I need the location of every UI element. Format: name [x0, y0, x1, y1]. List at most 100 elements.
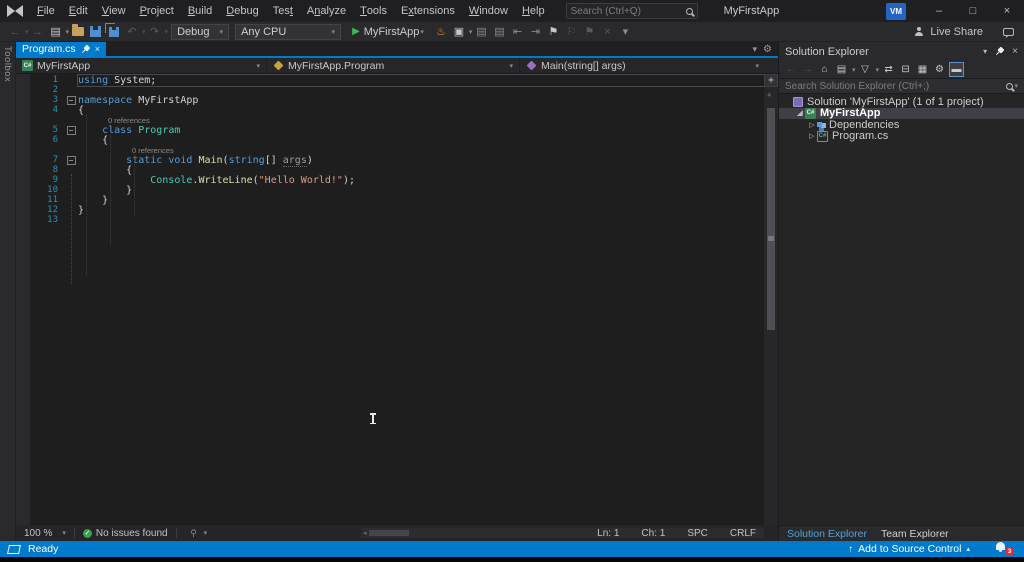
background-tasks-icon[interactable] [7, 545, 21, 554]
solution-platforms-dropdown[interactable]: Any CPU▾ [235, 24, 341, 40]
project-dropdown[interactable]: C# MyFirstApp ▾ [16, 58, 267, 73]
toggle-bookmark-button[interactable]: ⚑ [545, 24, 561, 40]
scrollbar-thumb[interactable] [767, 108, 775, 330]
preview-selected-items-toggle[interactable]: ▬ [949, 62, 964, 77]
column-indicator[interactable]: Ch: 1 [641, 528, 665, 539]
menu-test[interactable]: Test [266, 0, 300, 22]
code-line[interactable]: 2 [16, 85, 764, 95]
menu-file[interactable]: File [30, 0, 62, 22]
add-item-button[interactable]: ▤ [491, 24, 507, 40]
code-line[interactable]: 7− static void Main(string[] args) [16, 155, 764, 165]
pin-icon[interactable] [79, 43, 92, 56]
code-line[interactable]: 5− class Program [16, 125, 764, 135]
code-line[interactable]: 3−namespace MyFirstApp [16, 95, 764, 105]
quick-launch-search-input[interactable] [571, 6, 686, 17]
menu-tools[interactable]: Tools [353, 0, 394, 22]
minimize-button[interactable]: – [922, 0, 956, 22]
toolbox-sidebar-tab[interactable]: Toolbox [0, 42, 16, 541]
user-avatar[interactable]: VM [886, 3, 906, 20]
panel-tab-team-explorer[interactable]: Team Explorer [881, 528, 949, 540]
code-line[interactable]: 4{ [16, 105, 764, 115]
menu-build[interactable]: Build [181, 0, 219, 22]
code-line[interactable]: 0 references [16, 145, 764, 155]
indent-mode-indicator[interactable]: SPC [687, 528, 708, 539]
menu-analyze[interactable]: Analyze [300, 0, 353, 22]
scroll-up-icon[interactable]: ▲ [767, 90, 771, 98]
tree-expander-icon[interactable]: ▷ [807, 132, 817, 140]
tree-item-program-cs[interactable]: ▷C#Program.cs [779, 131, 1024, 143]
decrease-indent-button[interactable]: ⇤ [509, 24, 525, 40]
code-line[interactable]: 9 Console.WriteLine("Hello World!"); [16, 175, 764, 185]
fold-margin[interactable]: − [64, 96, 78, 105]
pin-icon[interactable] [993, 45, 1006, 58]
find-in-files-button[interactable]: ▣ [451, 24, 467, 40]
tab-program-cs[interactable]: Program.cs × [16, 42, 106, 56]
solution-configurations-dropdown[interactable]: Debug▾ [171, 24, 229, 40]
code-line[interactable]: 11 } [16, 195, 764, 205]
new-project-button[interactable]: ▤ [473, 24, 489, 40]
properties-button[interactable]: ⚙ [932, 62, 947, 77]
active-files-dropdown-icon[interactable]: ▾ [753, 44, 758, 55]
show-all-files-button[interactable]: ▦ [915, 62, 930, 77]
document-well-options-icon[interactable]: ⚙ [763, 44, 772, 55]
fold-margin[interactable]: − [64, 126, 78, 135]
collapse-all-button[interactable]: ⊟ [898, 62, 913, 77]
solution-explorer-search-input[interactable] [785, 81, 1006, 92]
code-line[interactable]: 1using System; [16, 75, 764, 85]
code-line[interactable]: 8 { [16, 165, 764, 175]
menu-project[interactable]: Project [133, 0, 181, 22]
fold-margin[interactable]: − [64, 156, 78, 165]
type-dropdown[interactable]: MyFirstApp.Program ▾ [267, 58, 520, 73]
open-file-button[interactable] [72, 27, 84, 36]
fold-collapse-icon[interactable]: − [67, 156, 76, 165]
fold-collapse-icon[interactable]: − [67, 96, 76, 105]
menu-view[interactable]: View [95, 0, 133, 22]
pending-changes-filter-button[interactable]: ▽ [858, 62, 873, 77]
panel-close-icon[interactable]: × [1012, 46, 1018, 57]
feedback-icon[interactable] [1003, 28, 1014, 36]
quick-launch-search[interactable] [566, 3, 698, 19]
code-line[interactable]: 6 { [16, 135, 764, 145]
switch-views-button[interactable]: ▤ [834, 62, 849, 77]
codelens-references[interactable]: 0 references [132, 146, 174, 155]
new-file-button[interactable]: ▤ [48, 24, 64, 40]
menu-debug[interactable]: Debug [219, 0, 265, 22]
code-line[interactable]: 0 references [16, 115, 764, 125]
maximize-button[interactable]: □ [956, 0, 990, 22]
live-share-button[interactable]: Live Share [930, 26, 983, 38]
add-to-source-control-button[interactable]: ↑ Add to Source Control ▴ [848, 543, 970, 555]
notifications-button[interactable]: 3 [996, 541, 1012, 554]
tab-close-icon[interactable]: × [95, 44, 100, 54]
scrollbar-thumb[interactable] [369, 530, 409, 536]
sync-with-active-document-button[interactable]: ⇄ [881, 62, 896, 77]
menu-help[interactable]: Help [515, 0, 552, 22]
scroll-left-icon[interactable]: ◂ [361, 529, 369, 537]
line-ending-indicator[interactable]: CRLF [730, 528, 756, 539]
close-button[interactable]: × [990, 0, 1024, 22]
save-button[interactable] [90, 26, 101, 37]
window-position-dropdown-icon[interactable]: ▾ [983, 47, 987, 56]
tree-item-solution-myfirstapp-1-of-1-project[interactable]: Solution 'MyFirstApp' (1 of 1 project) [779, 96, 1024, 108]
increase-indent-button[interactable]: ⇥ [527, 24, 543, 40]
hot-reload-button[interactable]: ♨ [433, 24, 449, 40]
codelens-references[interactable]: 0 references [108, 116, 150, 125]
tree-item-myfirstapp[interactable]: ◢C#MyFirstApp [779, 108, 1024, 120]
fold-collapse-icon[interactable]: − [67, 126, 76, 135]
code-line[interactable]: 10 } [16, 185, 764, 195]
line-indicator[interactable]: Ln: 1 [597, 528, 619, 539]
tree-expander-icon[interactable]: ◢ [795, 109, 805, 117]
code-editor[interactable]: 1using System;23−namespace MyFirstApp4{0… [16, 74, 778, 525]
panel-tab-solution-explorer[interactable]: Solution Explorer [787, 528, 867, 540]
solution-explorer-search[interactable]: ▾ [779, 79, 1024, 94]
menu-edit[interactable]: Edit [62, 0, 95, 22]
save-all-button[interactable] [109, 27, 119, 37]
health-indicator[interactable]: No issues found [96, 528, 168, 539]
tree-item-dependencies[interactable]: ▷Dependencies [779, 119, 1024, 131]
zoom-level-dropdown[interactable]: 100 % [24, 528, 52, 539]
code-cleanup-icon[interactable]: ⚲ [186, 525, 202, 541]
menu-extensions[interactable]: Extensions [394, 0, 462, 22]
start-debugging-button[interactable]: ▶MyFirstApp▾ [349, 26, 427, 38]
member-dropdown[interactable]: Main(string[] args) ▾ [520, 58, 765, 73]
split-editor-handle[interactable]: + [764, 74, 778, 87]
toolbar-overflow-button[interactable]: ▾ [617, 24, 633, 40]
